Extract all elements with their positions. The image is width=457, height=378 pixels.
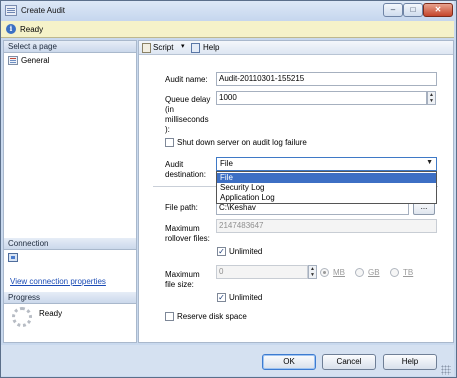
- script-dropdown-icon[interactable]: ▾: [181, 42, 185, 50]
- progress-spinner-icon: [12, 307, 32, 327]
- shutdown-label: Shut down server on audit log failure: [177, 138, 307, 147]
- help-button[interactable]: Help: [383, 354, 437, 370]
- help-icon: [191, 43, 200, 53]
- max-rollover-label-line-1: Maximum: [165, 224, 200, 233]
- max-file-size-label-line-2: file size:: [165, 280, 194, 289]
- size-unit-tb-radio: [390, 268, 399, 277]
- audit-destination-value: File: [220, 159, 233, 168]
- chevron-down-icon[interactable]: ▼: [426, 159, 433, 166]
- dropdown-option-file[interactable]: File: [217, 173, 436, 183]
- app-icon: [5, 5, 17, 16]
- queue-delay-label-line-2: (in: [165, 105, 174, 114]
- resize-grip-icon[interactable]: [441, 365, 451, 375]
- audit-name-input[interactable]: Audit-20110301-155215: [216, 72, 437, 86]
- audit-destination-dropdown[interactable]: File Security Log Application Log: [216, 171, 437, 204]
- rollover-unlimited-checkbox[interactable]: ✓: [217, 247, 226, 256]
- max-rollover-input: 2147483647: [216, 219, 437, 233]
- toolbar: Script ▾ Help: [139, 41, 453, 55]
- queue-delay-label-line-4: ):: [165, 125, 170, 134]
- help-toolbar-button[interactable]: Help: [203, 43, 219, 52]
- script-icon: [142, 43, 151, 53]
- status-text: Ready: [20, 25, 44, 34]
- size-unit-mb-label: MB: [333, 268, 345, 277]
- file-size-unlimited-checkbox[interactable]: ✓: [217, 293, 226, 302]
- close-button[interactable]: ✕: [423, 3, 453, 17]
- select-page-header: Select a page: [4, 41, 136, 53]
- view-connection-properties-link[interactable]: View connection properties: [10, 277, 106, 286]
- audit-name-label: Audit name:: [165, 75, 208, 84]
- dropdown-option-application-log[interactable]: Application Log: [217, 193, 436, 203]
- stepper-down-icon[interactable]: ▼: [428, 98, 435, 104]
- audit-destination-label-line-2: destination:: [165, 170, 206, 179]
- audit-destination-label-line-1: Audit: [165, 160, 184, 169]
- status-bar: i Ready: [1, 21, 454, 38]
- info-icon: i: [6, 24, 16, 34]
- reserve-disk-checkbox[interactable]: [165, 312, 174, 321]
- stepper-down-icon: ▼: [310, 272, 315, 278]
- ok-button[interactable]: OK: [262, 354, 316, 370]
- max-rollover-label-line-2: rollover files:: [165, 234, 210, 243]
- queue-delay-label-line-1: Queue delay: [165, 95, 211, 104]
- cancel-button[interactable]: Cancel: [322, 354, 376, 370]
- file-path-label: File path:: [165, 203, 198, 212]
- window-title: Create Audit: [21, 6, 66, 15]
- minimize-button[interactable]: –: [383, 3, 403, 17]
- size-unit-gb-radio: [355, 268, 364, 277]
- max-file-size-label-line-1: Maximum: [165, 270, 200, 279]
- progress-status: Ready: [39, 309, 63, 318]
- size-unit-mb-radio: [320, 268, 329, 277]
- title-bar[interactable]: Create Audit – □ ✕: [1, 1, 454, 21]
- size-unit-gb-label: GB: [368, 268, 380, 277]
- queue-delay-input[interactable]: 1000: [216, 91, 427, 105]
- dropdown-option-security-log[interactable]: Security Log: [217, 183, 436, 193]
- size-unit-tb-label: TB: [403, 268, 414, 277]
- progress-header: Progress: [4, 292, 136, 304]
- page-selector-pane: Select a page General Connection View co…: [3, 40, 137, 343]
- reserve-disk-label: Reserve disk space: [177, 312, 247, 321]
- connection-header: Connection: [4, 238, 136, 250]
- max-file-size-stepper: ▲ ▼: [308, 265, 317, 279]
- maximize-button[interactable]: □: [403, 3, 423, 17]
- script-button[interactable]: Script: [153, 43, 173, 52]
- shutdown-checkbox[interactable]: [165, 138, 174, 147]
- rollover-unlimited-label: Unlimited: [229, 247, 263, 256]
- page-item-label: General: [21, 56, 50, 65]
- audit-destination-select[interactable]: File ▼: [216, 157, 437, 171]
- page-icon: [8, 56, 18, 65]
- queue-delay-label-line-3: milliseconds: [165, 115, 209, 124]
- max-file-size-input: 0: [216, 265, 308, 279]
- general-page-pane: Script ▾ Help Audit name: Audit-20110301…: [138, 40, 454, 343]
- server-connection-icon: [8, 253, 18, 262]
- queue-delay-stepper[interactable]: ▲ ▼: [427, 91, 436, 105]
- file-size-unlimited-label: Unlimited: [229, 293, 263, 302]
